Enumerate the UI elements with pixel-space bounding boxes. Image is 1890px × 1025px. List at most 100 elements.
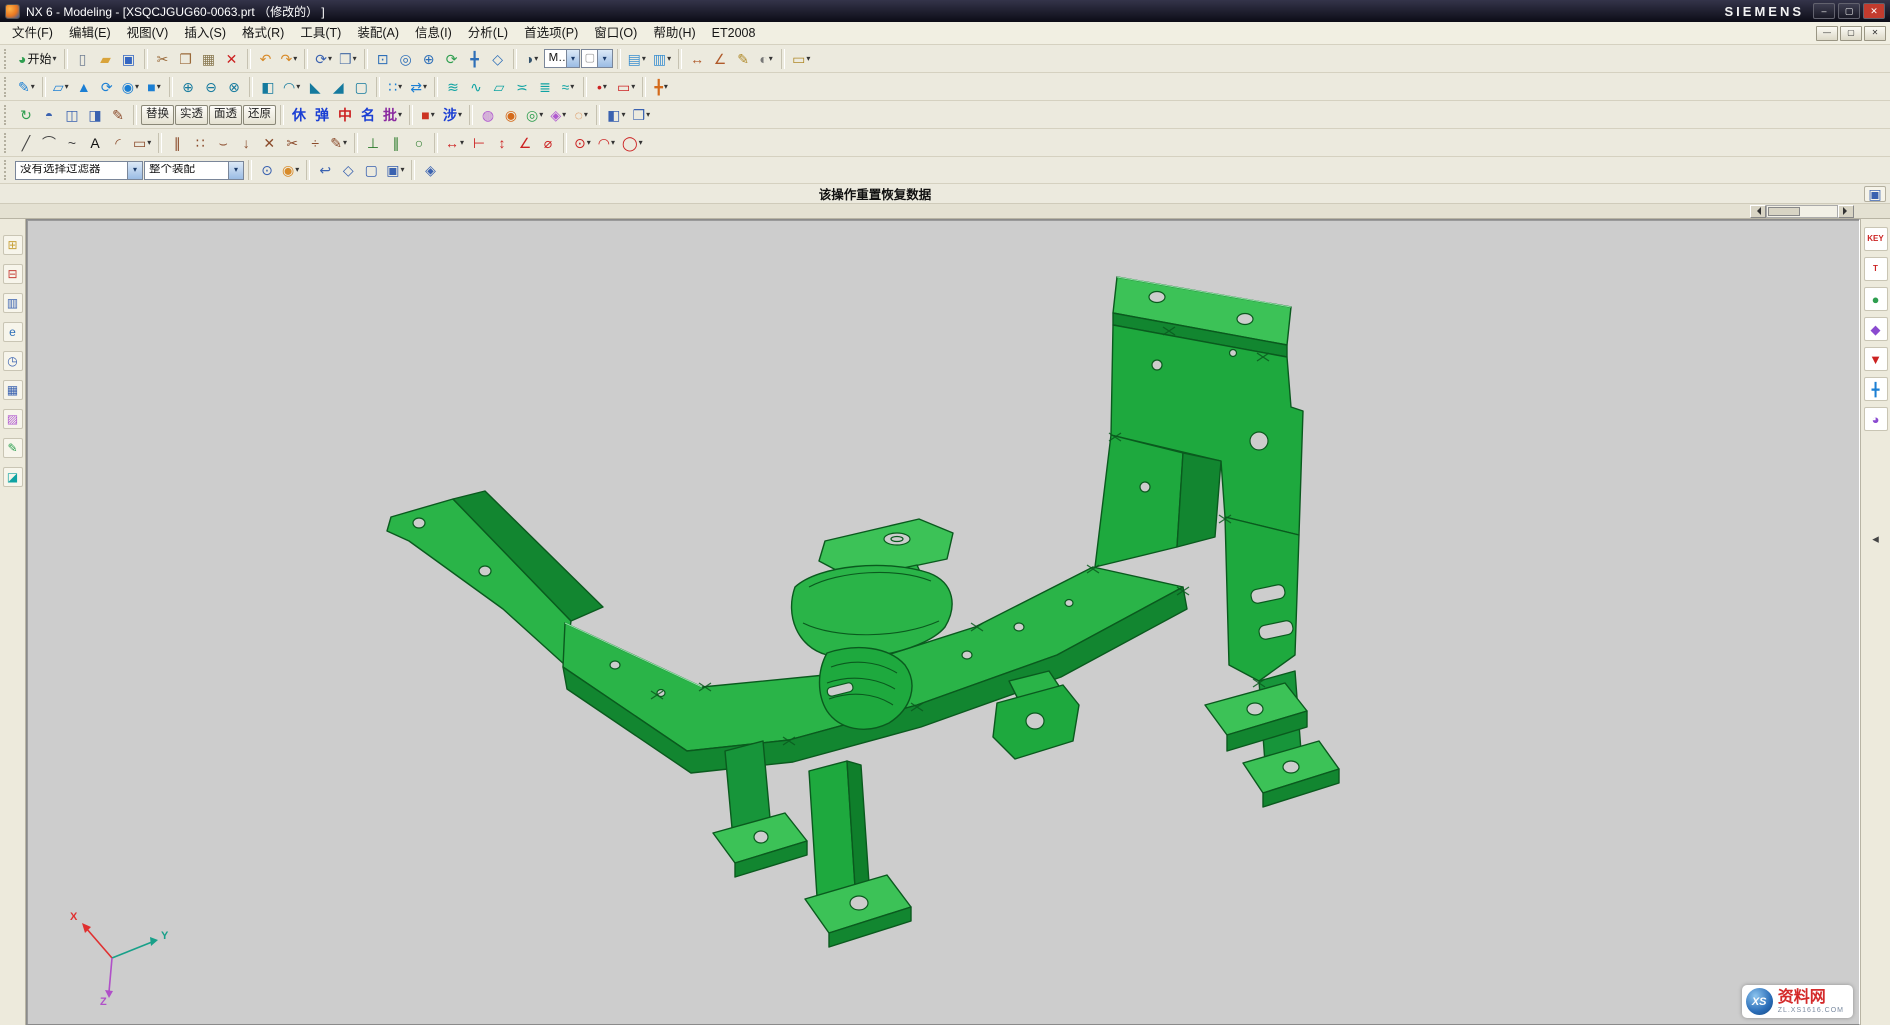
suppress-macro-button[interactable]: 休: [288, 104, 310, 126]
refresh-view-button[interactable]: ↻: [15, 104, 37, 126]
part-3d-model[interactable]: [357, 235, 1377, 955]
batch-macro-button[interactable]: 批▾: [380, 104, 405, 126]
menu-view[interactable]: 视图(V): [119, 23, 177, 43]
perpendicular-constraint-button[interactable]: ⊥: [362, 132, 384, 154]
hand-pick-button[interactable]: ◉▾: [279, 159, 302, 181]
trim-body-button[interactable]: ◧: [257, 76, 279, 98]
profile-line-button[interactable]: ╱: [15, 132, 37, 154]
show-hide-button[interactable]: ◐▾: [755, 48, 777, 70]
extrude-button[interactable]: ▲: [73, 76, 95, 98]
minimize-button[interactable]: –: [1813, 3, 1835, 19]
layer-settings-button[interactable]: ▤▾: [625, 48, 649, 70]
save-button[interactable]: ▣: [118, 48, 140, 70]
effects-tab[interactable]: ◆: [1864, 317, 1888, 341]
tangent-constraint-button[interactable]: ○: [408, 132, 430, 154]
divide-curve-button[interactable]: ÷: [304, 132, 326, 154]
paste-button[interactable]: ▦: [198, 48, 220, 70]
curve-analysis-button[interactable]: ◈▾: [547, 104, 569, 126]
offset-curve-button[interactable]: ∥: [166, 132, 188, 154]
selection-scope-select[interactable]: 整个装配▾: [144, 161, 244, 180]
interference-macro-button[interactable]: 涉▾: [440, 104, 465, 126]
edit-object-display-button[interactable]: ✎: [732, 48, 754, 70]
swept-button[interactable]: ∿: [465, 76, 487, 98]
draft-analysis-button[interactable]: ◌▾: [570, 104, 592, 126]
plane-button[interactable]: ▭▾: [614, 76, 638, 98]
revolve-button[interactable]: ⟳: [96, 76, 118, 98]
vertical-dimension-button[interactable]: ↕: [491, 132, 513, 154]
snap-view-button[interactable]: ▭▾: [789, 48, 813, 70]
select-region-button[interactable]: ▢: [360, 159, 382, 181]
child-restore-button[interactable]: ▢: [1840, 26, 1862, 41]
menu-analysis[interactable]: 分析(L): [460, 23, 516, 43]
menu-help[interactable]: 帮助(H): [645, 23, 703, 43]
section-analysis-button[interactable]: ◎▾: [523, 104, 546, 126]
unite-button[interactable]: ⊕: [177, 76, 199, 98]
horizontal-dimension-button[interactable]: ⊢: [468, 132, 490, 154]
text-curve-button[interactable]: A: [84, 132, 106, 154]
true-shading-button[interactable]: ◓: [38, 104, 60, 126]
datum-plane-button[interactable]: ▱▾: [50, 76, 72, 98]
rectangle-button[interactable]: ▭▾: [130, 132, 154, 154]
fit-view-button[interactable]: ⊡: [372, 48, 394, 70]
maximize-button[interactable]: ▢: [1838, 3, 1860, 19]
intersection-curve-button[interactable]: ✕: [258, 132, 280, 154]
scene-tab[interactable]: ◪: [3, 467, 23, 487]
constraint-navigator-tab[interactable]: ⊟: [3, 264, 23, 284]
palette-tab[interactable]: ▨: [3, 409, 23, 429]
replace-display-button[interactable]: 替换: [141, 105, 174, 125]
cut-button[interactable]: ✂: [152, 48, 174, 70]
subtract-button[interactable]: ⊖: [200, 76, 222, 98]
perspective-button[interactable]: ◇: [487, 48, 509, 70]
parallel-constraint-button[interactable]: ∥: [385, 132, 407, 154]
prompt-scrollbar[interactable]: [1750, 205, 1854, 218]
display-cube-button[interactable]: ■▾: [417, 104, 439, 126]
face-translucency-button[interactable]: 面透: [209, 105, 242, 125]
project-curve-button[interactable]: ↓: [235, 132, 257, 154]
ruled-surface-button[interactable]: ▱: [488, 76, 510, 98]
render-style-button[interactable]: ◑▾: [521, 48, 543, 70]
menu-et2008[interactable]: ET2008: [704, 23, 764, 43]
draft-button[interactable]: ◢: [327, 76, 349, 98]
circle-tool-button[interactable]: ⊙▾: [571, 132, 594, 154]
related-objects-button[interactable]: ▣▾: [383, 159, 407, 181]
measure-angle-button[interactable]: ∠: [709, 48, 731, 70]
offset-surface-button[interactable]: ≍: [511, 76, 533, 98]
part-navigator-tab[interactable]: ▥: [3, 293, 23, 313]
wcs-orient-button[interactable]: ╋▾: [650, 76, 672, 98]
move-to-layer-button[interactable]: ▥▾: [650, 48, 674, 70]
object-display-button[interactable]: ◧▾: [604, 104, 628, 126]
undo-button[interactable]: ↶: [255, 48, 277, 70]
through-curves-button[interactable]: ≋: [442, 76, 464, 98]
menu-preferences[interactable]: 首选项(P): [516, 23, 586, 43]
new-part-button[interactable]: ▯: [72, 48, 94, 70]
render-tab[interactable]: ▼: [1864, 347, 1888, 371]
snap-point-button[interactable]: ⊙: [256, 159, 278, 181]
restore-display-button[interactable]: 还原: [243, 105, 276, 125]
start-menu-button[interactable]: ◕开始▾: [15, 48, 60, 70]
wcs-dynamics-button[interactable]: ◈: [419, 159, 441, 181]
sketch-button[interactable]: ✎▾: [15, 76, 38, 98]
child-minimize-button[interactable]: —: [1816, 26, 1838, 41]
thicken-button[interactable]: ≣: [534, 76, 556, 98]
selection-filter-select[interactable]: 没有选择过滤器▾: [15, 161, 143, 180]
shell-button[interactable]: ▢: [350, 76, 372, 98]
delete-button[interactable]: ✕: [221, 48, 243, 70]
arc-button[interactable]: ⌒: [38, 132, 60, 154]
visualize-tab[interactable]: ◕: [1864, 407, 1888, 431]
face-analysis-button[interactable]: ◉: [500, 104, 522, 126]
component-display-button[interactable]: ❒▾: [630, 104, 654, 126]
scroll-left-button[interactable]: [1750, 205, 1766, 218]
sew-button[interactable]: ≈▾: [557, 76, 579, 98]
point-button[interactable]: •▾: [591, 76, 613, 98]
copy-button[interactable]: ❐: [175, 48, 197, 70]
assembly-navigator-tab[interactable]: ⊞: [3, 235, 23, 255]
name-macro-button[interactable]: 名: [357, 104, 379, 126]
background-select[interactable]: ▢▾: [581, 49, 613, 68]
intersect-button[interactable]: ⊗: [223, 76, 245, 98]
annotate-button[interactable]: ✎: [107, 104, 129, 126]
zoom-in-out-button[interactable]: ⊕: [418, 48, 440, 70]
menu-format[interactable]: 格式(R): [234, 23, 292, 43]
examine-geometry-button[interactable]: ◍: [477, 104, 499, 126]
menu-insert[interactable]: 插入(S): [176, 23, 234, 43]
key-tab[interactable]: KEY: [1864, 227, 1888, 251]
